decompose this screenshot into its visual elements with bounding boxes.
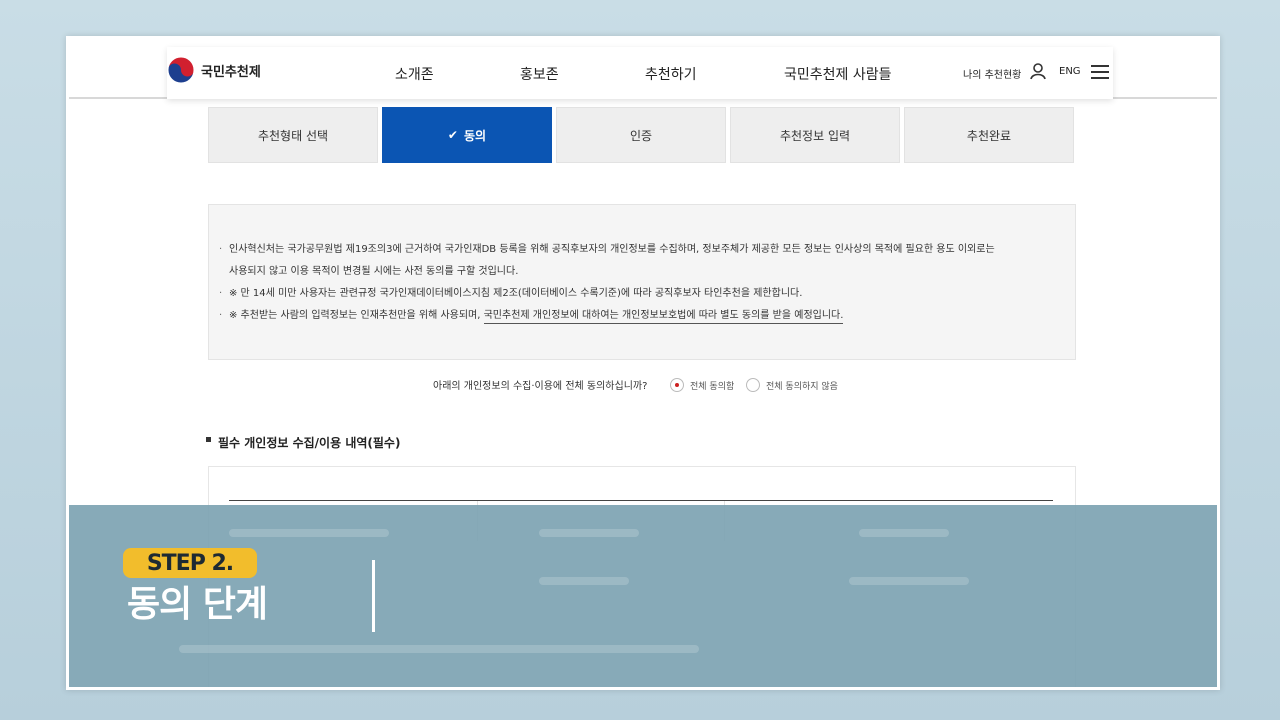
caption-overlay: STEP 2. 동의 단계 xyxy=(69,505,1217,687)
my-status-link[interactable]: 나의 추천현황 xyxy=(963,66,1021,81)
notice-line-1b: 사용되지 않고 이용 목적이 변경될 시에는 사전 동의를 구할 것입니다. xyxy=(229,266,519,277)
notice-line-2: · ※ 만 14세 미만 사용자는 관련규정 국가인재데이터베이스지침 제2조(데… xyxy=(219,288,803,299)
step-complete: 추천완료 xyxy=(904,107,1074,163)
notice-line-3: · ※ 추천받는 사람의 입력정보는 인재추천만을 위해 사용되며, 국민추천제 … xyxy=(219,309,844,324)
blurred-content xyxy=(539,529,639,537)
menu-icon[interactable] xyxy=(1091,65,1109,79)
logo-text: 국민추천제 xyxy=(201,64,261,80)
step-info-input: 추천정보 입력 xyxy=(730,107,900,163)
step-consent: ✔ 동의 xyxy=(382,107,552,163)
section-bullet xyxy=(206,437,211,442)
notice-line-1: · 인사혁신처는 국가공무원법 제19조의3에 근거하여 국가인재DB 등록을 위… xyxy=(219,244,995,255)
step-caption-title: 동의 단계 xyxy=(127,584,268,625)
step-type-select: 추천형태 선택 xyxy=(208,107,378,163)
user-icon[interactable] xyxy=(1029,62,1047,80)
site-logo[interactable]: 국민추천제 xyxy=(167,55,261,85)
site-header: 국민추천제 소개존 홍보존 추천하기 국민추천제 사람들 나의 추천현황 ENG xyxy=(167,47,1113,99)
check-icon: ✔ xyxy=(447,128,458,142)
agree-yes-label[interactable]: 전체 동의함 xyxy=(690,379,734,392)
step-badge: STEP 2. xyxy=(123,548,257,578)
section-title: 필수 개인정보 수집/이용 내역(필수) xyxy=(218,436,401,450)
privacy-notice: · 인사혁신처는 국가공무원법 제19조의3에 근거하여 국가인재DB 등록을 위… xyxy=(208,204,1076,360)
taegeuk-logo-icon xyxy=(167,56,195,84)
blurred-content xyxy=(849,577,969,585)
agree-no-label[interactable]: 전체 동의하지 않음 xyxy=(766,379,838,392)
caption-divider xyxy=(372,560,375,632)
agree-question: 아래의 개인정보의 수집·이용에 전체 동의하십니까? xyxy=(433,381,648,392)
agree-no-radio[interactable] xyxy=(746,378,760,392)
step-label: 추천형태 선택 xyxy=(257,128,329,143)
agree-yes-radio[interactable] xyxy=(670,378,684,392)
step-label: 추천완료 xyxy=(966,128,1012,143)
blurred-content xyxy=(539,577,629,585)
nav-intro[interactable]: 소개존 xyxy=(395,64,434,84)
blurred-content xyxy=(859,529,949,537)
nav-promo[interactable]: 홍보존 xyxy=(520,64,559,84)
step-label: 추천정보 입력 xyxy=(779,128,851,143)
nav-people[interactable]: 국민추천제 사람들 xyxy=(784,64,892,84)
browser-frame: 국민추천제 소개존 홍보존 추천하기 국민추천제 사람들 나의 추천현황 ENG… xyxy=(66,36,1220,690)
step-label: 동의 xyxy=(463,128,487,143)
blurred-content xyxy=(229,529,389,537)
step-auth: 인증 xyxy=(556,107,726,163)
table-top-rule xyxy=(229,500,1053,501)
lang-link[interactable]: ENG xyxy=(1059,66,1081,77)
step-indicator: 추천형태 선택 ✔ 동의 인증 추천정보 입력 추천완료 xyxy=(208,107,1074,163)
step-label: 인증 xyxy=(629,128,653,143)
nav-recommend[interactable]: 추천하기 xyxy=(645,64,697,84)
blurred-content xyxy=(179,645,699,653)
